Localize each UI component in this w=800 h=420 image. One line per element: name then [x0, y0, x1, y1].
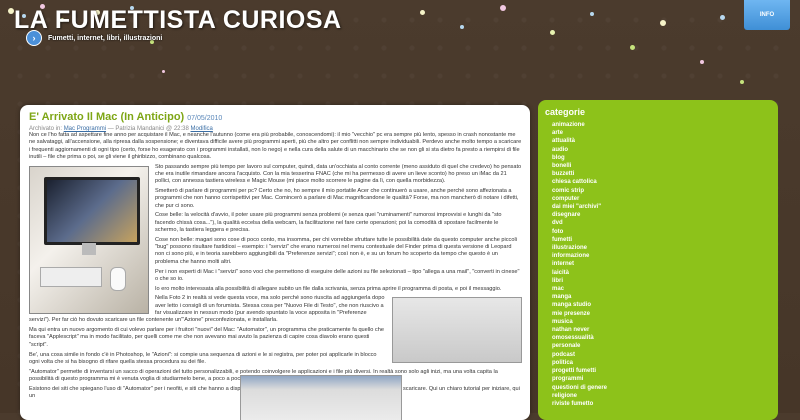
category-link[interactable]: animazione — [552, 121, 778, 129]
category-link[interactable]: manga studio — [552, 301, 778, 309]
category-link[interactable]: omosessualità — [552, 334, 778, 342]
services-screenshot[interactable] — [392, 297, 522, 364]
category-link[interactable]: progetti fumetti — [552, 367, 778, 375]
sidebar: categorie animazione arte attualità audi… — [538, 100, 778, 420]
category-link[interactable]: dvd — [552, 219, 778, 227]
keyboard-image — [40, 266, 102, 287]
category-link[interactable]: dai miei "archivi" — [552, 203, 778, 211]
automator-screenshot[interactable] — [240, 375, 402, 420]
category-link[interactable]: comic strip — [552, 187, 778, 195]
post-title-text[interactable]: E' Arrivato Il Mac (In Anticipo) — [29, 111, 184, 123]
category-link[interactable]: mie presenze — [552, 310, 778, 318]
category-link[interactable]: politica — [552, 359, 778, 367]
category-link[interactable]: fumetti — [552, 236, 778, 244]
category-link[interactable]: libri — [552, 277, 778, 285]
category-link[interactable]: manga — [552, 293, 778, 301]
category-link[interactable]: nathan never — [552, 326, 778, 334]
category-link[interactable]: foto — [552, 228, 778, 236]
category-link[interactable]: religione — [552, 392, 778, 400]
category-link[interactable]: bonelli — [552, 162, 778, 170]
post-title[interactable]: E' Arrivato Il Mac (In Anticipo) 07/05/2… — [29, 111, 522, 125]
sidebar-heading: categorie — [545, 107, 586, 117]
category-link[interactable]: programmi — [552, 375, 778, 383]
category-link[interactable]: computer — [552, 195, 778, 203]
category-link[interactable]: musica — [552, 318, 778, 326]
category-link[interactable]: blog — [552, 154, 778, 162]
category-link[interactable]: podcast — [552, 351, 778, 359]
category-link[interactable]: riviste fumetto — [552, 400, 778, 408]
category-link[interactable]: disegnare — [552, 211, 778, 219]
category-link[interactable]: attualità — [552, 137, 778, 145]
arrow-right-icon: › — [26, 30, 42, 46]
post-paragraph: Non ce l'ho fatta ad aspettare fine anno… — [29, 132, 522, 160]
category-link[interactable]: audio — [552, 146, 778, 154]
category-link[interactable]: laicità — [552, 269, 778, 277]
imac-photo[interactable] — [29, 165, 149, 314]
category-link[interactable]: chiesa cattolica — [552, 178, 778, 186]
category-link[interactable]: questioni di genere — [552, 384, 778, 392]
category-link[interactable]: personale — [552, 342, 778, 350]
category-link[interactable]: arte — [552, 129, 778, 137]
blog-post: E' Arrivato Il Mac (In Anticipo) 07/05/2… — [20, 105, 530, 420]
tagline: › Fumetti, internet, libri, illustrazion… — [26, 30, 162, 46]
category-link[interactable]: internet — [552, 260, 778, 268]
category-link[interactable]: mac — [552, 285, 778, 293]
imac-stand-image — [82, 242, 96, 255]
mouse-image — [110, 266, 126, 291]
tagline-text: Fumetti, internet, libri, illustrazioni — [48, 34, 163, 42]
imac-screen-image — [44, 176, 140, 245]
category-link[interactable]: illustrazione — [552, 244, 778, 252]
category-link[interactable]: buzzetti — [552, 170, 778, 178]
category-list: animazione arte attualità audio blog bon… — [538, 121, 778, 408]
flower-decoration-right — [400, 0, 760, 110]
info-tab[interactable]: INFO — [744, 0, 790, 30]
category-link[interactable]: informazione — [552, 252, 778, 260]
post-date: 07/05/2010 — [187, 115, 223, 122]
